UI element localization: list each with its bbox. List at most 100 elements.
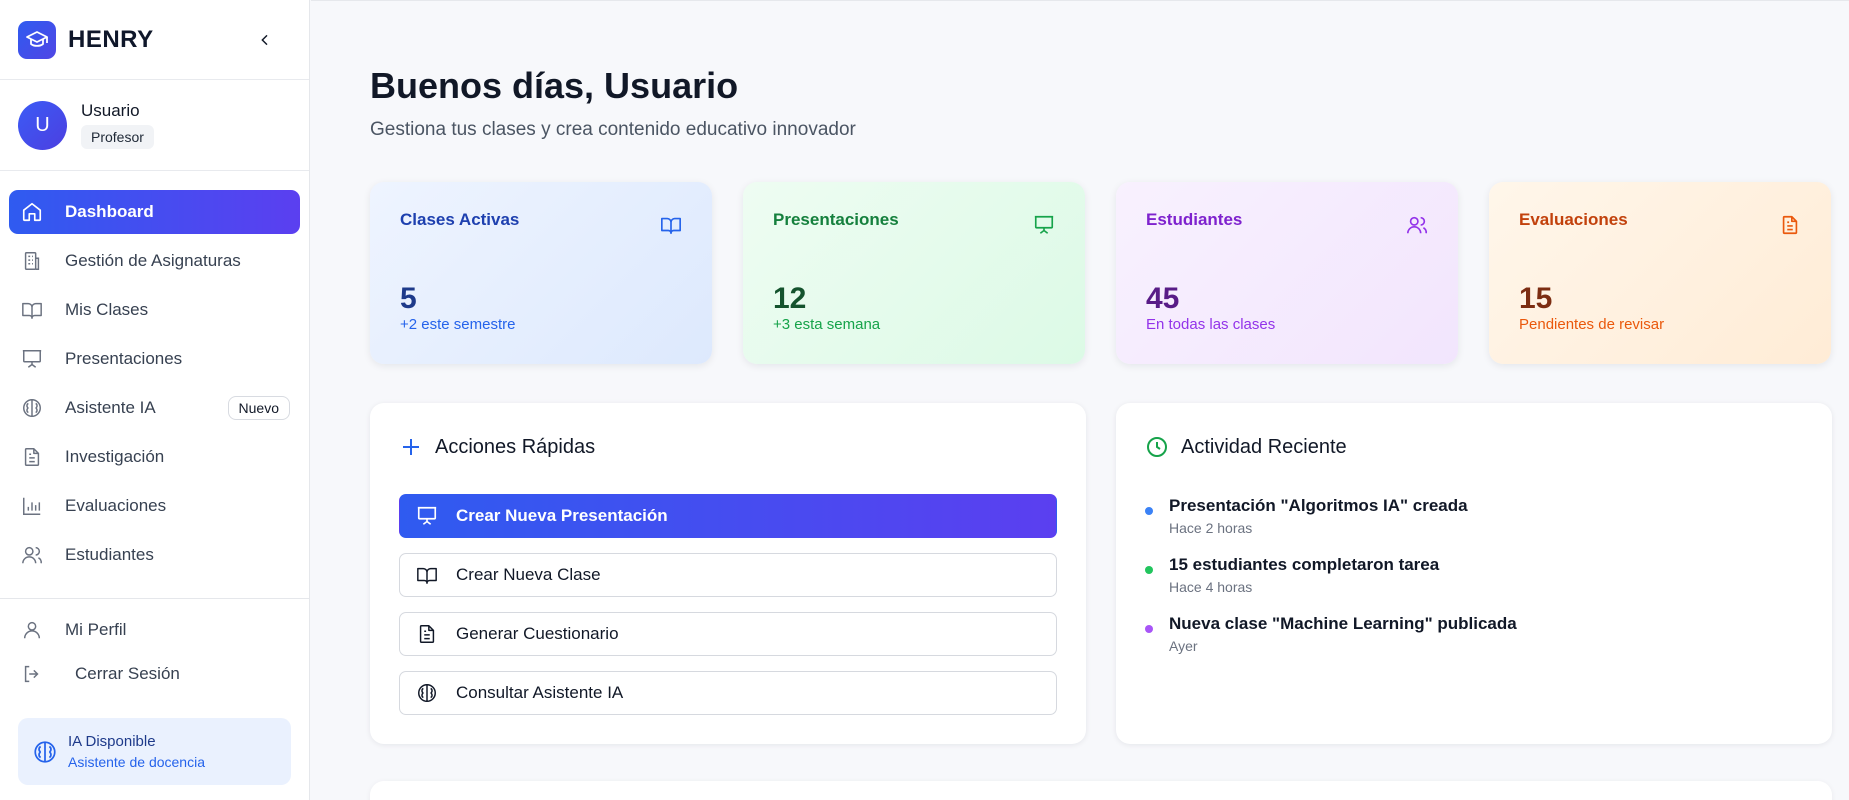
brand-header: HENRY [0, 0, 309, 80]
clock-icon [1145, 435, 1169, 459]
stat-subtext: +2 este semestre [400, 316, 516, 333]
sidebar-item-label: Gestión de Asignaturas [65, 251, 241, 270]
activity-time: Hace 4 horas [1169, 579, 1253, 595]
document-icon [1779, 214, 1801, 236]
presentation-icon [416, 505, 438, 527]
book-open-icon [416, 564, 438, 586]
presentation-icon [19, 346, 45, 372]
brain-icon [32, 739, 58, 765]
sidebar-item-label: Cerrar Sesión [75, 664, 180, 683]
activity-item: Nueva clase "Machine Learning" publicada… [1145, 614, 1517, 654]
collapse-sidebar-button[interactable] [253, 28, 277, 52]
sidebar-item-label: Evaluaciones [65, 496, 167, 515]
sidebar-item-gestion-asignaturas[interactable]: Gestión de Asignaturas [9, 239, 300, 283]
sidebar-item-dashboard[interactable]: Dashboard [9, 190, 300, 234]
stat-title: Estudiantes [1146, 210, 1243, 229]
sidebar-item-evaluaciones[interactable]: Evaluaciones [9, 484, 300, 528]
building-icon [19, 248, 45, 274]
stat-value: 45 [1146, 282, 1180, 315]
avatar: U [18, 100, 67, 150]
button-label: Crear Nueva Clase [456, 565, 601, 584]
activity-time: Hace 2 horas [1169, 520, 1253, 536]
bar-chart-icon [19, 493, 45, 519]
quick-actions-title: Acciones Rápidas [435, 435, 596, 458]
users-icon [19, 542, 45, 568]
sidebar-item-label: Asistente IA [65, 398, 156, 417]
graduation-cap-icon [18, 20, 56, 59]
activity-title: 15 estudiantes completaron tarea [1169, 555, 1440, 574]
users-icon [1406, 214, 1428, 236]
plus-icon [399, 435, 423, 459]
brand-name: HENRY [68, 25, 154, 53]
sidebar-item-label: Presentaciones [65, 349, 183, 368]
sidebar-divider [0, 598, 310, 599]
button-label: Crear Nueva Presentación [456, 506, 668, 525]
page-title: Buenos días, Usuario [370, 65, 739, 106]
home-icon [19, 199, 45, 225]
ai-card-title: IA Disponible [68, 733, 156, 750]
generate-quiz-button[interactable]: Generar Cuestionario [399, 612, 1057, 656]
activity-item: Presentación "Algoritmos IA" creada Hace… [1145, 496, 1468, 536]
stat-card-evaluaciones[interactable]: Evaluaciones 15 Pendientes de revisar [1489, 182, 1831, 364]
user-name: Usuario [81, 101, 140, 120]
sidebar-item-label: Mi Perfil [65, 620, 127, 639]
logout-icon [19, 661, 45, 687]
stat-title: Presentaciones [773, 210, 899, 229]
sidebar-nav: Dashboard Gestión de Asignaturas Mis Cla… [0, 171, 309, 577]
status-dot [1145, 507, 1153, 515]
activity-time: Ayer [1169, 638, 1198, 654]
stat-card-clases-activas[interactable]: Clases Activas 5 +2 este semestre [370, 182, 712, 364]
book-open-icon [660, 214, 682, 236]
presentation-icon [1033, 214, 1055, 236]
user-profile: U Usuario Profesor [0, 80, 309, 171]
user-icon [19, 617, 45, 643]
lower-panel [370, 781, 1832, 800]
book-open-icon [19, 297, 45, 323]
stat-card-estudiantes[interactable]: Estudiantes 45 En todas las clases [1116, 182, 1458, 364]
brain-icon [19, 395, 45, 421]
activity-item: 15 estudiantes completaron tarea Hace 4 … [1145, 555, 1439, 595]
main-content: Buenos días, Usuario Gestiona tus clases… [311, 0, 1849, 800]
stat-card-presentaciones[interactable]: Presentaciones 12 +3 esta semana [743, 182, 1085, 364]
stat-value: 12 [773, 282, 807, 315]
page-subtitle: Gestiona tus clases y crea contenido edu… [370, 119, 856, 140]
sidebar-bottom-nav: Mi Perfil Cerrar Sesión [9, 610, 301, 698]
new-badge: Nuevo [227, 396, 290, 420]
chevron-left-icon [261, 34, 268, 45]
activity-title: Nueva clase "Machine Learning" publicada [1169, 614, 1517, 633]
sidebar-item-mi-perfil[interactable]: Mi Perfil [9, 610, 301, 650]
sidebar-item-label: Investigación [65, 447, 165, 466]
stat-subtext: En todas las clases [1146, 316, 1276, 333]
brain-icon [416, 682, 438, 704]
ai-card-subtitle: Asistente de docencia [68, 754, 205, 770]
consult-ai-button[interactable]: Consultar Asistente IA [399, 671, 1057, 715]
sidebar-item-label: Estudiantes [65, 545, 154, 564]
stat-title: Clases Activas [400, 210, 520, 229]
sidebar-item-investigacion[interactable]: Investigación [9, 435, 300, 479]
stat-subtext: Pendientes de revisar [1519, 316, 1665, 333]
ai-available-card[interactable]: IA Disponible Asistente de docencia [18, 718, 291, 785]
recent-activity-title: Actividad Reciente [1181, 435, 1347, 458]
sidebar: HENRY U Usuario Profesor Dashboard Gesti… [0, 0, 310, 800]
sidebar-item-presentaciones[interactable]: Presentaciones [9, 337, 300, 381]
stat-title: Evaluaciones [1519, 210, 1628, 229]
create-presentation-button[interactable]: Crear Nueva Presentación [399, 494, 1057, 538]
quick-actions-header: Acciones Rápidas [399, 435, 595, 459]
create-class-button[interactable]: Crear Nueva Clase [399, 553, 1057, 597]
button-label: Generar Cuestionario [456, 624, 619, 643]
stat-value: 15 [1519, 282, 1553, 315]
status-dot [1145, 625, 1153, 633]
document-icon [19, 444, 45, 470]
role-badge: Profesor [81, 125, 154, 149]
recent-activity-header: Actividad Reciente [1145, 435, 1347, 459]
button-label: Consultar Asistente IA [456, 683, 624, 702]
sidebar-item-cerrar-sesion[interactable]: Cerrar Sesión [9, 654, 301, 694]
sidebar-item-label: Mis Clases [65, 300, 149, 319]
document-icon [416, 623, 438, 645]
status-dot [1145, 566, 1153, 574]
sidebar-item-mis-clases[interactable]: Mis Clases [9, 288, 300, 332]
sidebar-item-asistente-ia[interactable]: Asistente IA Nuevo [9, 386, 300, 430]
sidebar-item-estudiantes[interactable]: Estudiantes [9, 533, 300, 577]
stat-value: 5 [400, 282, 417, 315]
quick-actions-panel: Acciones Rápidas Crear Nueva Presentació… [370, 403, 1086, 744]
